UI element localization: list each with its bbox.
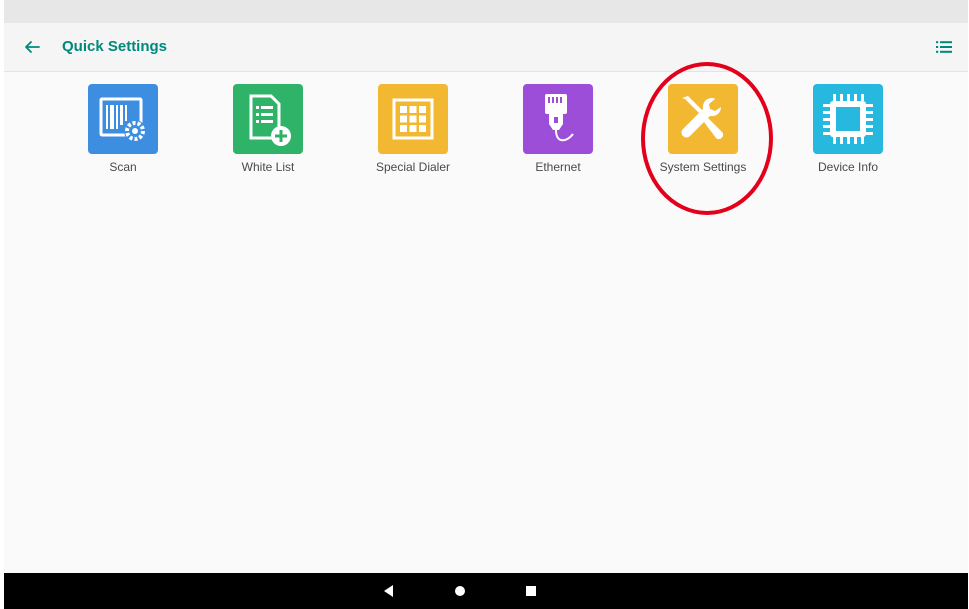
tile-label: System Settings [659,160,747,174]
triangle-back-icon [384,585,393,597]
barcode-scan-icon [99,97,146,142]
navigation-bar [4,573,968,609]
document-add-icon [249,94,291,146]
keypad-grid-icon [392,98,434,140]
chip-icon [823,94,873,144]
status-bar [4,0,968,23]
arrow-left-icon [25,41,40,53]
wrench-screwdriver-icon [681,96,724,140]
tile-label: Device Info [817,160,879,174]
ethernet-plug-icon [545,94,574,142]
tile-scan[interactable]: Scan [63,84,183,184]
scan-tile-icon [88,84,158,154]
page-title: Quick Settings [62,38,168,55]
tile-label: Ethernet [535,160,581,174]
square-recents-icon [526,586,536,596]
device-info-tile-icon [813,84,883,154]
special-dialer-tile-icon [378,84,448,154]
tile-system-settings[interactable]: System Settings [643,84,763,184]
tile-label: Special Dialer [375,160,451,174]
circle-home-icon [455,586,465,596]
white-list-tile-icon [233,84,303,154]
tile-label: Scan [109,160,137,174]
system-settings-tile-icon [668,84,738,154]
nav-recents-button[interactable] [521,581,541,601]
tile-white-list[interactable]: White List [208,84,328,184]
list-view-button[interactable] [932,35,956,59]
ethernet-tile-icon [523,84,593,154]
app-bar: Quick Settings [4,23,968,72]
android-screen: Quick Settings Scan White List Special D… [4,0,968,609]
tile-special-dialer[interactable]: Special Dialer [353,84,473,184]
nav-back-button[interactable] [379,581,399,601]
tile-device-info[interactable]: Device Info [788,84,908,184]
tile-label: White List [241,160,295,174]
back-button[interactable] [20,35,44,59]
tile-ethernet[interactable]: Ethernet [498,84,618,184]
list-icon [936,41,952,53]
nav-home-button[interactable] [450,581,470,601]
